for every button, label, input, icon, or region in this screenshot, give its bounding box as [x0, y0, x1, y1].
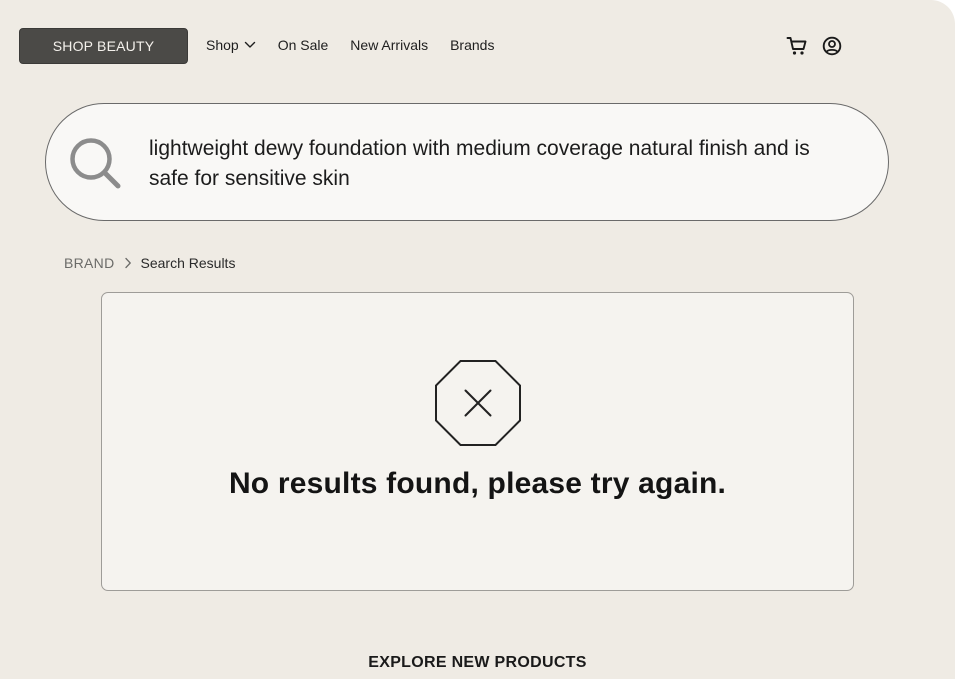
- chevron-down-icon: [244, 41, 255, 48]
- nav-brands-label: Brands: [450, 37, 495, 53]
- main-nav: Shop On Sale New Arrivals Brands: [206, 35, 494, 55]
- nav-new-arrivals[interactable]: New Arrivals: [350, 37, 428, 53]
- search-icon[interactable]: [66, 134, 126, 194]
- header-icons: [786, 35, 842, 57]
- breadcrumb-brand-link[interactable]: BRAND: [64, 255, 115, 271]
- breadcrumb-current: Search Results: [140, 255, 236, 271]
- explore-new-products-heading: EXPLORE NEW PRODUCTS: [368, 654, 587, 671]
- search-input[interactable]: lightweight dewy foundation with medium …: [149, 134, 829, 194]
- nav-new-arrivals-label: New Arrivals: [350, 37, 429, 53]
- breadcrumb: BRAND Search Results: [64, 254, 235, 272]
- cart-icon[interactable]: [786, 36, 808, 56]
- no-results-message: No results found, please try again.: [228, 467, 727, 500]
- nav-shop-label: Shop: [206, 37, 239, 53]
- no-results-card: No results found, please try again.: [101, 292, 854, 591]
- nav-on-sale-label: On Sale: [277, 37, 329, 53]
- nav-on-sale[interactable]: On Sale: [278, 37, 329, 53]
- nav-brands[interactable]: Brands: [450, 37, 494, 53]
- nav-shop[interactable]: Shop: [206, 37, 256, 53]
- no-results-octagon-x-icon: [435, 360, 521, 446]
- search-bar[interactable]: lightweight dewy foundation with medium …: [45, 103, 889, 221]
- shop-beauty-logo-button[interactable]: SHOP BEAUTY: [19, 28, 188, 64]
- account-icon[interactable]: [822, 36, 842, 56]
- chevron-right-icon: [124, 257, 132, 269]
- page-frame: SHOP BEAUTY Shop On Sale New Arrivals Br…: [0, 0, 955, 679]
